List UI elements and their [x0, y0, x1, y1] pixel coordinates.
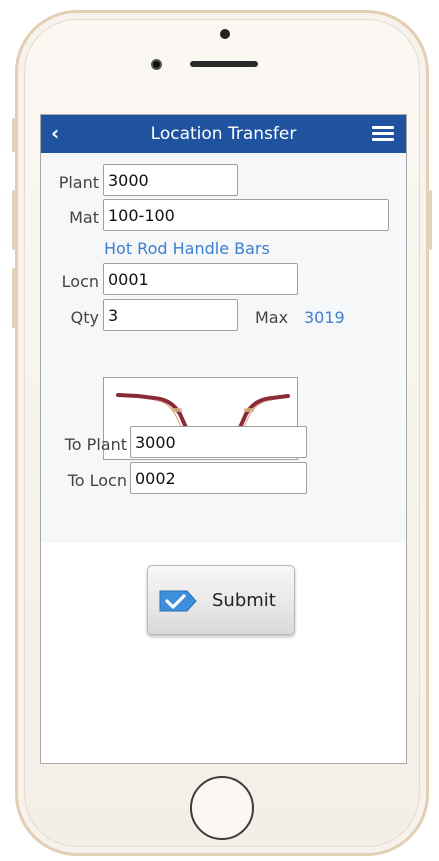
- plant-label: Plant: [58, 173, 99, 192]
- home-button[interactable]: [190, 776, 254, 840]
- earpiece-speaker: [190, 61, 258, 67]
- mat-label: Mat: [69, 208, 99, 227]
- plant-input[interactable]: [103, 164, 238, 196]
- volume-up-button: [12, 190, 16, 250]
- mute-switch: [12, 118, 16, 152]
- max-label: Max: [255, 308, 289, 327]
- app-screen: ‹ Location Transfer Plant Mat Hot Rod Ha…: [40, 114, 407, 764]
- to-plant-label: To Plant: [64, 435, 127, 454]
- submit-button[interactable]: Submit: [147, 565, 295, 635]
- to-location-input[interactable]: [130, 462, 307, 494]
- material-input[interactable]: [103, 199, 389, 231]
- max-quantity-value: 3019: [304, 308, 345, 327]
- location-input[interactable]: [103, 263, 298, 295]
- front-camera: [220, 29, 230, 39]
- submit-label: Submit: [212, 590, 276, 611]
- camera-lens: [151, 59, 162, 70]
- material-description: Hot Rod Handle Bars: [104, 239, 270, 258]
- menu-button[interactable]: [372, 126, 394, 142]
- volume-down-button: [12, 268, 16, 328]
- qty-label: Qty: [70, 308, 99, 327]
- quantity-input[interactable]: [103, 299, 238, 331]
- transfer-form: Plant Mat Hot Rod Handle Bars Locn Qty M…: [41, 153, 406, 543]
- page-title: Location Transfer: [150, 124, 297, 144]
- checkmark-tag-icon: [159, 590, 197, 612]
- to-locn-label: To Locn: [67, 471, 127, 490]
- to-plant-input[interactable]: [130, 426, 307, 458]
- locn-label: Locn: [61, 272, 99, 291]
- app-header: ‹ Location Transfer: [41, 115, 406, 153]
- power-button: [428, 190, 432, 250]
